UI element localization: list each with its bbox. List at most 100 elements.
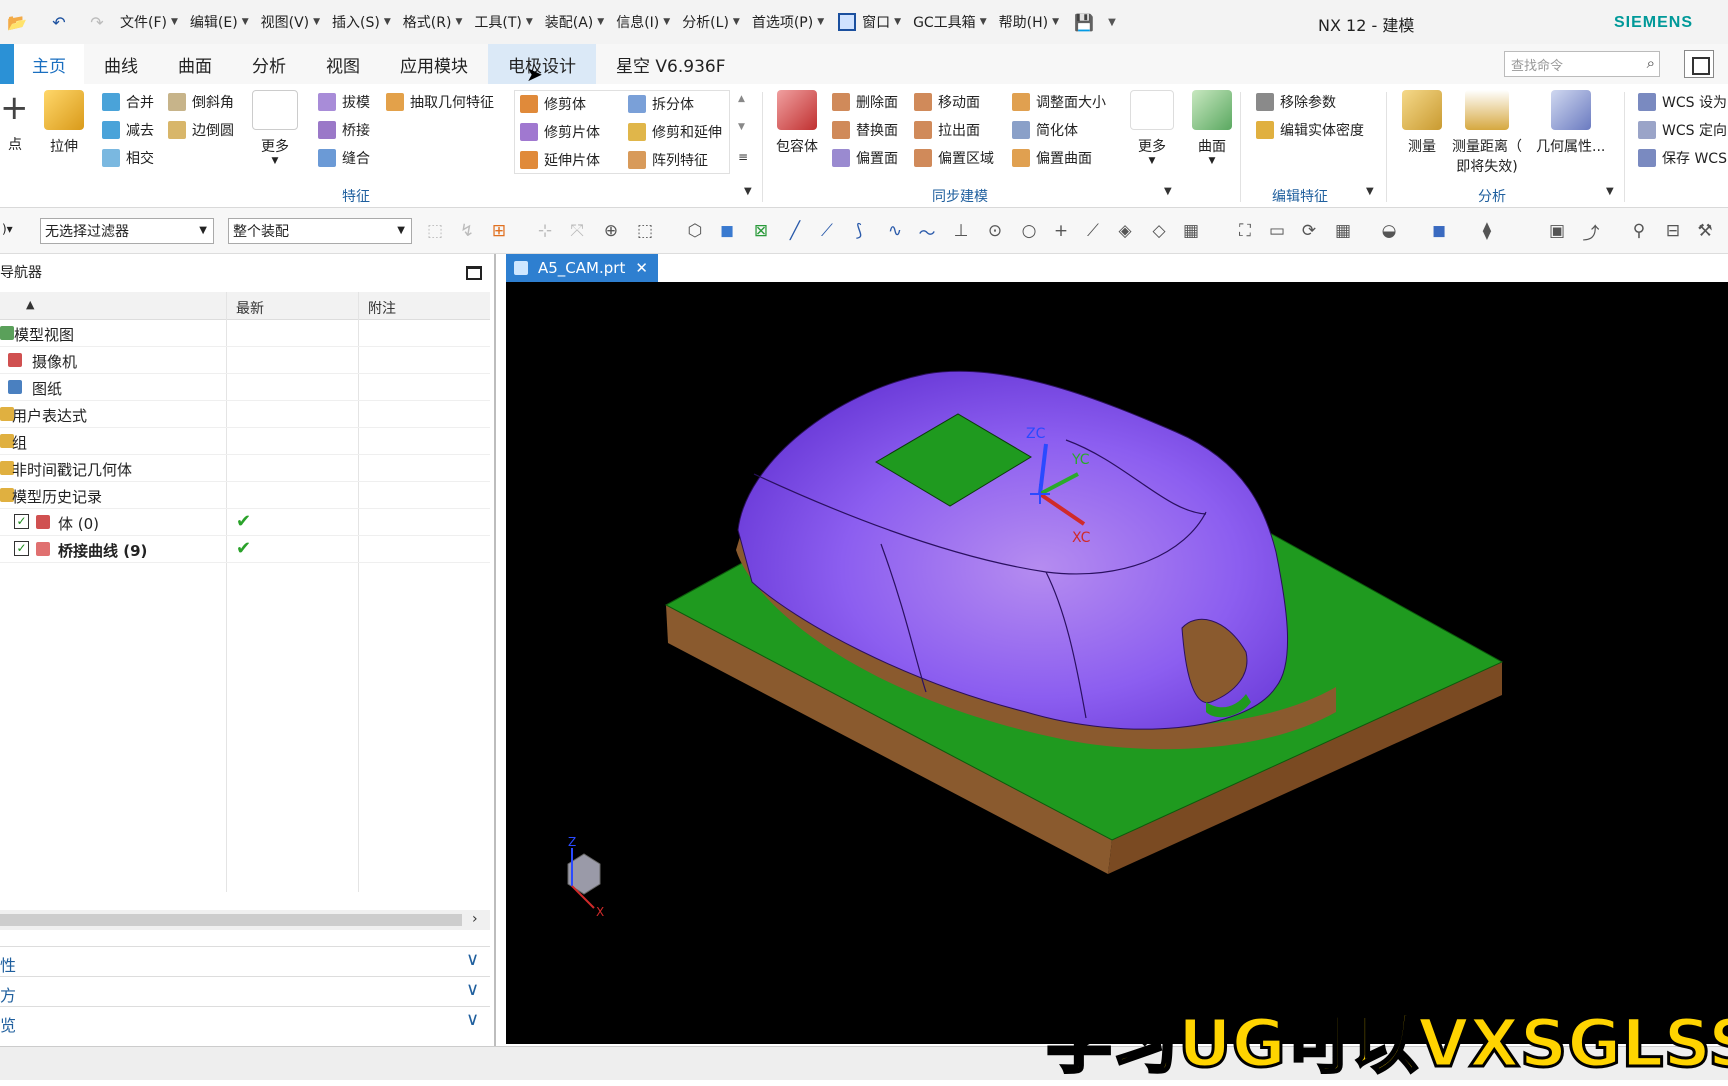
feature-more-button[interactable]: 更多 ▼	[252, 90, 298, 166]
zoom-icon[interactable]: ▭	[1266, 220, 1288, 242]
circle-icon[interactable]: ○	[1018, 220, 1040, 242]
tree-row-cameras[interactable]: 摄像机	[0, 347, 490, 374]
offset-region-button[interactable]: 偏置区域	[914, 148, 994, 168]
wcs-set-button[interactable]: WCS 设为	[1638, 92, 1727, 112]
render-style-icon[interactable]: ◒	[1378, 220, 1400, 242]
open-folder-icon[interactable]: 📂	[6, 11, 28, 33]
sort-ascending-icon[interactable]: ▲	[26, 298, 34, 311]
gallery-scroll-up-icon[interactable]: ▲	[738, 94, 745, 104]
offset-face-button[interactable]: 偏置面	[832, 148, 898, 168]
snap-endpoint-icon[interactable]: ⊠	[750, 220, 772, 242]
feature-group-caret-icon[interactable]: ▼	[744, 186, 752, 197]
type-filter-dropdown[interactable]: 无选择过滤器 ▼	[40, 218, 214, 244]
tree-row-user-expressions[interactable]: 用户表达式	[0, 401, 490, 428]
bridge-button[interactable]: 桥接	[318, 120, 370, 140]
solid-face-icon[interactable]: ◼	[716, 220, 738, 242]
tree-row-body[interactable]: ✓ 体 (0) ✔	[0, 509, 490, 536]
gallery-expand-icon[interactable]: ≡	[738, 150, 748, 164]
chamfer-button[interactable]: 倒斜角	[168, 92, 234, 112]
trim-sheet-button[interactable]: 修剪片体	[520, 122, 600, 142]
menu-information[interactable]: 信息(I) ▼	[616, 12, 670, 32]
tab-analysis[interactable]: 分析	[232, 44, 306, 84]
resize-face-button[interactable]: 调整面大小	[1012, 92, 1106, 112]
spline-icon[interactable]: ∿	[884, 220, 906, 242]
tab-curve[interactable]: 曲线	[84, 44, 158, 84]
menu-assembly[interactable]: 装配(A) ▼	[545, 12, 604, 32]
panel-preview[interactable]: 览 ∨	[0, 1006, 490, 1036]
menu-edit[interactable]: 编辑(E) ▼	[190, 12, 249, 32]
menu-help[interactable]: 帮助(H) ▼	[999, 12, 1059, 32]
wcs-toolbar-icon[interactable]: ⤴	[1580, 220, 1602, 244]
ruler-toolbar-icon[interactable]: ⊟	[1662, 220, 1684, 242]
tangent-icon[interactable]: ⟋	[1082, 220, 1104, 242]
file-tab-strip[interactable]	[0, 44, 14, 84]
menu-insert[interactable]: 插入(S) ▼	[332, 12, 391, 32]
view-triad[interactable]: Z X	[567, 835, 604, 919]
tool-icon[interactable]: ⚒	[1694, 220, 1716, 242]
column-latest[interactable]: 最新	[236, 298, 264, 318]
search-icon[interactable]: ⌕	[1647, 54, 1655, 72]
menu-file[interactable]: 文件(F) ▼	[120, 12, 178, 32]
tree-row-bridge-curve[interactable]: ✓ 桥接曲线 (9) ✔	[0, 536, 490, 563]
visibility-checkbox[interactable]: ✓	[14, 541, 29, 556]
perpendicular-icon[interactable]: ⊥	[950, 220, 972, 242]
wrap-body-button[interactable]: 包容体	[776, 90, 818, 156]
extract-geometry-button[interactable]: 抽取几何特征	[386, 92, 494, 112]
edge-blend-button[interactable]: 边倒圆	[168, 120, 234, 140]
simplify-body-button[interactable]: 简化体	[1012, 120, 1078, 140]
subtract-button[interactable]: 减去	[102, 120, 154, 140]
document-tab[interactable]: A5_CAM.prt ✕	[506, 254, 658, 282]
trim-body-button[interactable]: 修剪体	[520, 94, 586, 114]
view-cube-icon[interactable]: ◼	[1428, 220, 1450, 242]
replace-face-button[interactable]: 替换面	[832, 120, 898, 140]
split-body-button[interactable]: 拆分体	[628, 94, 694, 114]
remove-parameters-button[interactable]: 移除参数	[1256, 92, 1336, 112]
fit-view-icon[interactable]: ⛶	[1234, 220, 1256, 242]
measure-button[interactable]: 测量	[1402, 90, 1442, 156]
delete-face-button[interactable]: 删除面	[832, 92, 898, 112]
scroll-right-icon[interactable]: ›	[472, 911, 478, 927]
surface-button[interactable]: 曲面 ▼	[1192, 90, 1232, 166]
feature-select-icon[interactable]: ⊕	[600, 220, 622, 242]
geometry-properties-button[interactable]: 几何属性...	[1536, 90, 1605, 156]
wave-icon[interactable]: 〜	[916, 220, 938, 244]
hierarchy-icon[interactable]: ⊹	[534, 220, 556, 242]
add-select-icon[interactable]: ⊞	[488, 220, 510, 242]
menu-view[interactable]: 视图(V) ▼	[261, 12, 320, 32]
rotate-icon[interactable]: ⟳	[1298, 220, 1320, 242]
menu-gc-toolbox[interactable]: GC工具箱 ▼	[913, 12, 987, 32]
tab-surface[interactable]: 曲面	[158, 44, 232, 84]
wcs-orient-button[interactable]: WCS 定向	[1638, 120, 1727, 140]
measure-distance-button[interactable]: 测量距离（ 即将失效)	[1452, 90, 1522, 176]
gallery-scroll-down-icon[interactable]: ▼	[738, 122, 745, 132]
sync-group-caret-icon[interactable]: ▼	[1164, 186, 1172, 197]
selection-mode-caret-icon[interactable]: )▾	[2, 222, 13, 236]
restore-window-button[interactable]	[1684, 50, 1714, 78]
redo-icon[interactable]: ↷	[86, 11, 108, 33]
layer-icon[interactable]: ▣	[1546, 220, 1568, 242]
sync-more-button[interactable]: 更多 ▼	[1130, 90, 1174, 166]
drag-select-icon[interactable]: ⤧	[566, 220, 588, 242]
grid-icon[interactable]: ▦	[1180, 220, 1202, 242]
solid-body-icon[interactable]: ⬡	[684, 220, 706, 242]
move-face-button[interactable]: 移动面	[914, 92, 980, 112]
bounded-icon[interactable]: ◇	[1148, 220, 1170, 242]
sew-button[interactable]: 缝合	[318, 148, 370, 168]
tree-row-groups[interactable]: 组	[0, 428, 490, 455]
column-comment[interactable]: 附注	[368, 298, 396, 318]
navigator-horizontal-scrollbar[interactable]: ›	[0, 910, 490, 930]
menu-format[interactable]: 格式(R) ▼	[403, 12, 463, 32]
point-button[interactable]: + 点	[0, 90, 30, 154]
section-view-icon[interactable]: ⧫	[1476, 220, 1498, 242]
command-search-input[interactable]: 查找命令 ⌕	[1504, 51, 1660, 77]
intersect-button[interactable]: 相交	[102, 148, 154, 168]
unite-button[interactable]: 合并	[102, 92, 154, 112]
face-point-icon[interactable]: ◈	[1114, 220, 1136, 242]
center-icon[interactable]: ⊙	[984, 220, 1006, 242]
extrude-button[interactable]: 拉伸	[44, 90, 84, 156]
save-icon[interactable]: 💾	[1073, 11, 1095, 33]
extend-sheet-button[interactable]: 延伸片体	[520, 150, 600, 170]
edit-solid-density-button[interactable]: 编辑实体密度	[1256, 120, 1364, 140]
undo-icon[interactable]: ↶	[48, 11, 70, 33]
tree-row-model-history[interactable]: 模型历史记录	[0, 482, 490, 509]
